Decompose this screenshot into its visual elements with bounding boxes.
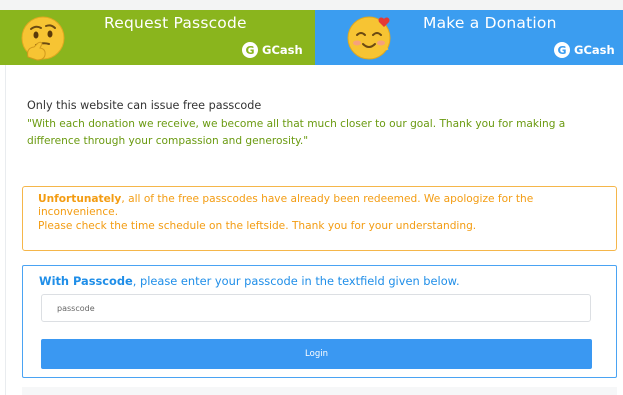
top-strip [0,0,623,10]
gcash-label: GCash [262,43,303,57]
form-label-bold: With Passcode [39,274,133,288]
main-content: Only this website can issue free passcod… [5,65,623,395]
alert-line-1: Unfortunately, all of the free passcodes… [38,193,606,218]
passcode-input[interactable] [41,294,591,322]
bottom-panel-edge [22,387,617,395]
donation-quote: "With each donation we receive, we becom… [27,118,566,147]
passcode-form-label: With Passcode, please enter your passcod… [39,274,460,288]
alert-text-2: Please check the time schedule on the le… [38,220,477,232]
alert-lead: Unfortunately [38,193,122,205]
make-donation-title: Make a Donation [423,14,557,32]
passcode-form: With Passcode, please enter your passcod… [22,265,617,378]
gcash-brand: G GCash [554,42,615,58]
make-donation-banner[interactable]: Make a Donation G GCash [315,10,623,65]
request-passcode-banner[interactable]: Request Passcode G GCash [0,10,315,65]
passcode-notice: Only this website can issue free passcod… [27,99,262,112]
gcash-logo-icon: G [554,42,570,58]
gcash-brand: G GCash [242,42,303,58]
smiling-face-with-hearts-icon [347,16,391,60]
form-label-rest: , please enter your passcode in the text… [132,274,460,288]
request-passcode-title: Request Passcode [104,14,247,32]
no-passcodes-alert: Unfortunately, all of the free passcodes… [22,186,617,251]
thinking-face-icon [21,16,65,61]
login-button[interactable]: Login [41,339,592,369]
gcash-label: GCash [574,43,615,57]
gcash-logo-icon: G [242,42,258,58]
